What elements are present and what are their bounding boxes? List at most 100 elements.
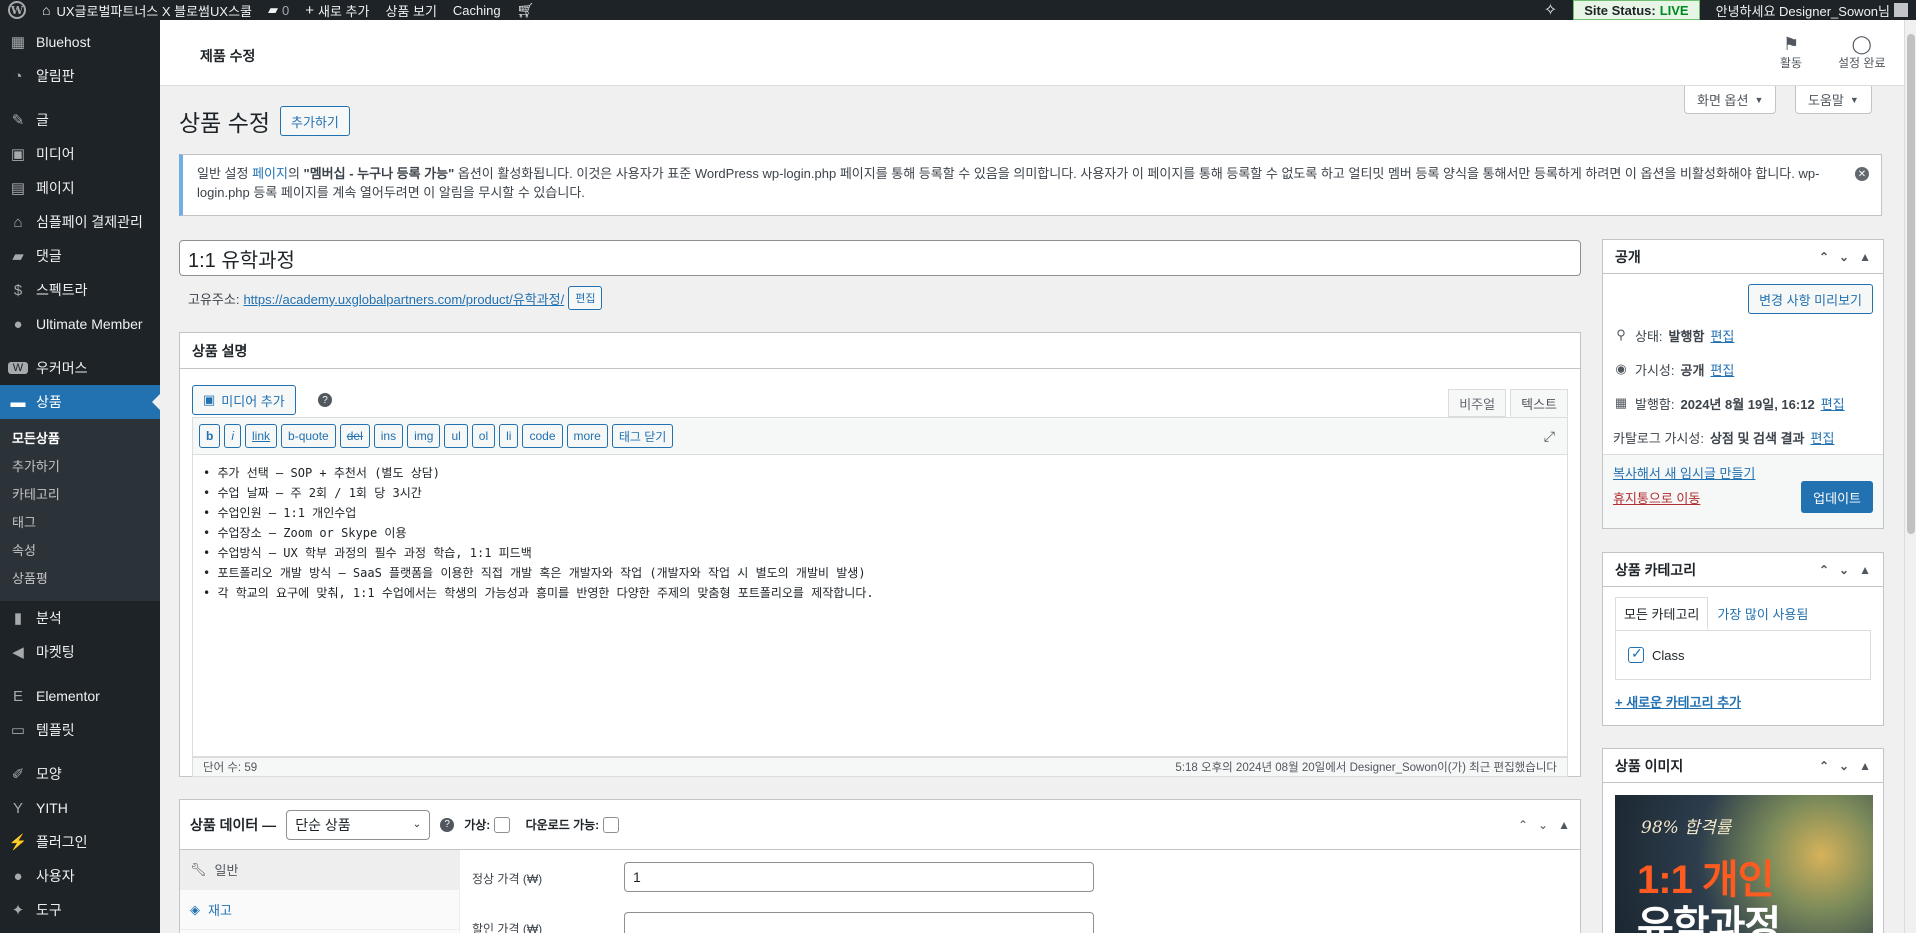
submenu-reviews[interactable]: 상품평 (0, 565, 160, 593)
help-icon[interactable]: ? (318, 393, 332, 407)
sidebar-item-templates[interactable]: ▭ 템플릿 (0, 713, 160, 747)
sale-price-input[interactable] (624, 912, 1094, 933)
permalink-url[interactable]: https://academy.uxglobalpartners.com/pro… (243, 289, 564, 308)
tab-most-used[interactable]: 가장 많이 사용됨 (1708, 597, 1817, 630)
chevron-down-icon[interactable]: ⌄ (1538, 818, 1548, 832)
setup-complete-button[interactable]: ◯ 설정 완료 (1838, 34, 1886, 71)
toggle-arrow-icon[interactable]: ▲ (1859, 563, 1871, 577)
submenu-add-new[interactable]: 추가하기 (0, 453, 160, 481)
sidebar-item-comments[interactable]: ▰ 댓글 (0, 239, 160, 273)
submenu-attributes[interactable]: 속성 (0, 537, 160, 565)
description-textarea[interactable]: • 추가 선택 – SOP + 추천서 (별도 상담) • 수업 날짜 – 주 … (192, 455, 1568, 757)
qt-italic-button[interactable]: i (224, 424, 242, 448)
close-icon[interactable]: ✕ (1855, 167, 1869, 181)
product-title-input[interactable]: 1:1 유학과정 (179, 240, 1581, 276)
add-new-button[interactable]: 추가하기 (280, 106, 350, 136)
account-menu[interactable]: 안녕하세요 Designer_Sowon님 (1708, 0, 1916, 20)
qt-li-button[interactable]: li (499, 424, 519, 448)
ai-sparkle-button[interactable]: ✧ (1536, 0, 1565, 20)
preview-changes-button[interactable]: 변경 사항 미리보기 (1748, 284, 1873, 314)
sidebar-item-appearance[interactable]: ✐ 모양 (0, 757, 160, 791)
chevron-down-icon[interactable]: ⌄ (1839, 563, 1849, 577)
published-edit-link[interactable]: 편집 (1821, 394, 1845, 413)
chevron-up-icon[interactable]: ⌃ (1518, 818, 1528, 832)
downloadable-checkbox[interactable] (602, 817, 619, 834)
chevron-down-icon[interactable]: ⌄ (1839, 250, 1849, 264)
page-scrollbar[interactable] (1904, 20, 1916, 933)
catalog-edit-link[interactable]: 편집 (1811, 428, 1835, 447)
sidebar-item-analytics[interactable]: ▮ 분석 (0, 601, 160, 635)
sidebar-item-yith[interactable]: Y YITH (0, 791, 160, 825)
submenu-tags[interactable]: 태그 (0, 509, 160, 537)
product-image-thumbnail[interactable]: 98% 합격률 1:1 개인 유학과정 (1615, 795, 1873, 933)
tab-text[interactable]: 텍스트 (1510, 389, 1568, 417)
qt-link-button[interactable]: link (245, 424, 278, 448)
tab-all-categories[interactable]: 모든 카테고리 (1615, 597, 1709, 630)
sidebar-item-tools[interactable]: ✦ 도구 (0, 893, 160, 927)
product-type-select[interactable]: 단순 상품 ⌄ (286, 809, 431, 840)
copy-to-draft-link[interactable]: 복사해서 새 임시글 만들기 (1613, 463, 1873, 482)
cart-icon: 🛒︎ (516, 1, 535, 18)
activity-button[interactable]: ⚑ 활동 (1780, 34, 1802, 71)
sidebar-item-ultimate-member[interactable]: ● Ultimate Member (0, 307, 160, 341)
qt-code-button[interactable]: code (522, 424, 563, 448)
add-new-category-link[interactable]: + 새로운 카테고리 추가 (1615, 692, 1871, 711)
submenu-all-products[interactable]: 모든상품 (0, 425, 160, 453)
scrollbar-thumb[interactable] (1907, 34, 1915, 534)
help-icon[interactable]: ? (440, 817, 455, 832)
tab-inventory[interactable]: ◈ 재고 (180, 890, 459, 930)
permalink-edit-button[interactable]: 편집 (568, 286, 603, 310)
qt-ul-button[interactable]: ul (444, 424, 468, 448)
wordpress-logo[interactable]: W (0, 0, 34, 20)
fullscreen-icon[interactable]: ⤢ (1544, 428, 1555, 445)
sidebar-item-simplepay[interactable]: ⌂ 심플페이 결제관리 (0, 205, 160, 239)
toggle-arrow-icon[interactable]: ▲ (1859, 250, 1871, 264)
category-class-checkbox[interactable] (1628, 645, 1644, 663)
chevron-up-icon[interactable]: ⌃ (1819, 250, 1829, 264)
sidebar-item-plugins[interactable]: ⚡ 플러그인 (0, 825, 160, 859)
qt-ins-button[interactable]: ins (373, 424, 404, 448)
tab-general[interactable]: 🔧︎ 일반 (180, 850, 459, 890)
cart-link[interactable]: 🛒︎ (509, 0, 543, 20)
notice-settings-link[interactable]: 페이지 (252, 166, 288, 181)
qt-ol-button[interactable]: ol (471, 424, 496, 448)
add-media-button[interactable]: ▣ 미디어 추가 (192, 385, 296, 415)
sidebar-item-woocommerce[interactable]: W 우커머스 (0, 351, 160, 385)
comments-link[interactable]: ▰ 0 (260, 0, 297, 20)
sidebar-item-posts[interactable]: ✎ 글 (0, 103, 160, 137)
tab-visual[interactable]: 비주얼 (1448, 389, 1507, 417)
toggle-arrow-icon[interactable]: ▲ (1558, 818, 1570, 832)
submenu-categories[interactable]: 카테고리 (0, 481, 160, 509)
virtual-checkbox[interactable] (493, 817, 510, 834)
site-name-link[interactable]: ⌂ UX글로벌파트너스 X 블로썸UX스쿨 (34, 0, 260, 20)
toggle-arrow-icon[interactable]: ▲ (1859, 759, 1871, 773)
sidebar-item-bluehost[interactable]: ▦ Bluehost (0, 25, 160, 59)
new-content-link[interactable]: + 새로 추가 (297, 0, 377, 20)
view-product-link[interactable]: 상품 보기 (377, 0, 444, 20)
caching-link[interactable]: Caching (445, 0, 509, 20)
visibility-edit-link[interactable]: 편집 (1710, 360, 1734, 379)
downloadable-option[interactable]: 다운로드 가능: (526, 816, 619, 834)
sidebar-item-media[interactable]: ▣ 미디어 (0, 137, 160, 171)
regular-price-input[interactable]: 1 (624, 862, 1094, 892)
sidebar-item-dashboard[interactable]: ◔ 알림판 (0, 59, 160, 93)
sidebar-item-users[interactable]: ● 사용자 (0, 859, 160, 893)
sidebar-item-pages[interactable]: ▤ 페이지 (0, 171, 160, 205)
sidebar-item-products[interactable]: ▬ 상품 (0, 385, 160, 419)
update-button[interactable]: 업데이트 (1801, 481, 1873, 513)
chevron-down-icon[interactable]: ⌄ (1839, 759, 1849, 773)
qt-close-tags-button[interactable]: 태그 닫기 (611, 424, 674, 448)
qt-bold-button[interactable]: b (199, 424, 221, 448)
site-status-badge[interactable]: Site Status: LIVE (1573, 0, 1700, 20)
qt-more-button[interactable]: more (566, 424, 608, 448)
qt-blockquote-button[interactable]: b-quote (281, 424, 336, 448)
chevron-up-icon[interactable]: ⌃ (1819, 759, 1829, 773)
virtual-option[interactable]: 가상: (464, 816, 510, 834)
qt-img-button[interactable]: img (407, 424, 441, 448)
sidebar-item-marketing[interactable]: ◀ 마켓팅 (0, 635, 160, 669)
sidebar-item-spectra[interactable]: $ 스펙트라 (0, 273, 160, 307)
status-edit-link[interactable]: 편집 (1710, 326, 1734, 345)
chevron-up-icon[interactable]: ⌃ (1819, 563, 1829, 577)
sidebar-item-elementor[interactable]: E Elementor (0, 679, 160, 713)
qt-del-button[interactable]: del (339, 424, 370, 448)
